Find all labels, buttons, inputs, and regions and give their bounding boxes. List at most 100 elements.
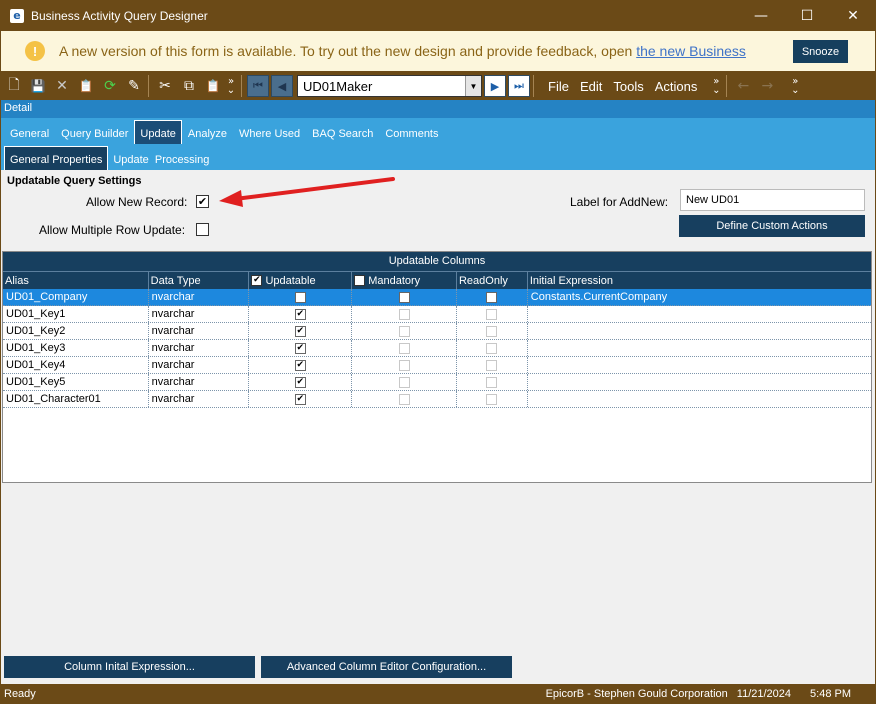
tab-general[interactable]: General [4, 122, 55, 144]
cell-initial-expression[interactable] [528, 374, 871, 390]
label-for-addnew-input[interactable]: New UD01 [680, 189, 865, 211]
attach-icon[interactable]: 📋 [75, 75, 97, 97]
cell-alias[interactable]: UD01_Key3 [3, 340, 149, 356]
cell-updatable[interactable]: ✔ [249, 323, 353, 339]
header-updatable-checkbox[interactable]: ✔ [251, 275, 263, 286]
define-custom-actions-button[interactable]: Define Custom Actions [679, 215, 865, 237]
menu-edit[interactable]: Edit [580, 79, 602, 94]
paste-icon[interactable]: 📋 [202, 75, 224, 97]
next-record-icon[interactable]: ▶ [484, 75, 506, 97]
table-row[interactable]: UD01_Company nvarchar ✔ Constants.CurrentCo… [3, 289, 871, 306]
readonly-checkbox[interactable] [486, 393, 498, 405]
cell-alias[interactable]: UD01_Character01 [3, 391, 149, 407]
cell-updatable[interactable]: ✔ [249, 289, 353, 305]
previous-record-icon[interactable]: ◀ [271, 75, 293, 97]
tab-baq-search[interactable]: BAQ Search [306, 122, 379, 144]
cell-mandatory[interactable] [352, 306, 457, 322]
cell-alias[interactable]: UD01_Key5 [3, 374, 149, 390]
menu-tools[interactable]: Tools [613, 79, 643, 94]
allow-multiple-row-update-checkbox[interactable] [196, 223, 209, 236]
tab-update[interactable]: Update [134, 120, 182, 144]
record-combo[interactable]: UD01Maker ▼ [297, 75, 482, 97]
nav-overflow-icon[interactable]: » ⌄ [788, 77, 802, 96]
updatable-checkbox[interactable]: ✔ [294, 342, 306, 354]
cell-initial-expression[interactable] [528, 323, 871, 339]
cell-alias[interactable]: UD01_Company [3, 289, 149, 305]
cell-mandatory[interactable] [352, 323, 457, 339]
mandatory-checkbox[interactable] [398, 393, 410, 405]
cell-data-type[interactable]: nvarchar [149, 374, 250, 390]
header-updatable[interactable]: ✔ Updatable [249, 272, 353, 289]
tab-analyze[interactable]: Analyze [182, 122, 233, 144]
cell-initial-expression[interactable]: Constants.CurrentCompany [528, 289, 871, 305]
updatable-checkbox[interactable]: ✔ [294, 359, 306, 371]
cell-data-type[interactable]: nvarchar [149, 289, 250, 305]
column-initial-expression-button[interactable]: Column Inital Expression... [4, 656, 255, 678]
header-mandatory[interactable]: Mandatory [352, 272, 457, 289]
back-icon[interactable]: ← [732, 75, 754, 97]
cell-readonly[interactable] [457, 357, 528, 373]
table-row[interactable]: UD01_Key5 nvarchar ✔ [3, 374, 871, 391]
cell-readonly[interactable] [457, 323, 528, 339]
menu-overflow-icon[interactable]: » ⌄ [709, 77, 723, 96]
header-alias[interactable]: Alias [3, 272, 149, 289]
chevron-down-icon[interactable]: ▼ [465, 76, 481, 96]
maximize-button[interactable]: ☐ [784, 0, 830, 31]
mandatory-checkbox[interactable] [398, 308, 410, 320]
cell-alias[interactable]: UD01_Key1 [3, 306, 149, 322]
readonly-checkbox[interactable] [486, 342, 498, 354]
cell-data-type[interactable]: nvarchar [149, 306, 250, 322]
close-button[interactable]: ✕ [830, 0, 876, 31]
updatable-checkbox[interactable]: ✔ [294, 393, 306, 405]
save-icon[interactable]: 💾 [27, 75, 49, 97]
header-data-type[interactable]: Data Type [149, 272, 250, 289]
last-record-icon[interactable]: ⏭ [508, 75, 530, 97]
new-icon[interactable]: 🗋 [3, 75, 25, 97]
updatable-checkbox[interactable]: ✔ [294, 291, 306, 303]
table-row[interactable]: UD01_Key3 nvarchar ✔ [3, 340, 871, 357]
updatable-checkbox[interactable]: ✔ [294, 376, 306, 388]
cell-data-type[interactable]: nvarchar [149, 357, 250, 373]
tab-where-used[interactable]: Where Used [233, 122, 306, 144]
allow-new-record-checkbox[interactable]: ✔ [196, 195, 209, 208]
tab-query-builder[interactable]: Query Builder [55, 122, 134, 144]
mandatory-checkbox[interactable] [398, 359, 410, 371]
cell-updatable[interactable]: ✔ [249, 357, 353, 373]
advanced-column-editor-button[interactable]: Advanced Column Editor Configuration... [261, 656, 512, 678]
updatable-checkbox[interactable]: ✔ [294, 308, 306, 320]
table-row[interactable]: UD01_Key1 nvarchar ✔ [3, 306, 871, 323]
mandatory-checkbox[interactable] [398, 376, 410, 388]
cell-alias[interactable]: UD01_Key4 [3, 357, 149, 373]
mandatory-checkbox[interactable] [398, 325, 410, 337]
cell-mandatory[interactable] [352, 374, 457, 390]
table-row[interactable]: UD01_Key2 nvarchar ✔ [3, 323, 871, 340]
toolbar-overflow-icon[interactable]: » ⌄ [224, 77, 238, 96]
table-row[interactable]: UD01_Key4 nvarchar ✔ [3, 357, 871, 374]
header-mandatory-checkbox[interactable] [354, 275, 366, 286]
delete-icon[interactable]: ✕ [51, 75, 73, 97]
header-initial-expression[interactable]: Initial Expression [528, 272, 871, 289]
mandatory-checkbox[interactable] [398, 342, 410, 354]
mandatory-checkbox[interactable] [398, 291, 410, 303]
header-readonly[interactable]: ReadOnly [457, 272, 528, 289]
cell-mandatory[interactable] [352, 340, 457, 356]
cell-readonly[interactable] [457, 289, 528, 305]
cell-initial-expression[interactable] [528, 357, 871, 373]
new-business-link[interactable]: the new Business [636, 43, 746, 59]
readonly-checkbox[interactable] [486, 291, 498, 303]
cell-initial-expression[interactable] [528, 340, 871, 356]
cell-data-type[interactable]: nvarchar [149, 340, 250, 356]
clear-icon[interactable]: ✎ [123, 75, 145, 97]
subtab-update-processing[interactable]: Update Processing [108, 148, 214, 170]
cell-readonly[interactable] [457, 374, 528, 390]
subtab-general-properties[interactable]: General Properties [4, 146, 109, 170]
readonly-checkbox[interactable] [486, 359, 498, 371]
cell-mandatory[interactable] [352, 357, 457, 373]
minimize-button[interactable]: — [738, 0, 784, 31]
cell-updatable[interactable]: ✔ [249, 306, 353, 322]
tab-comments[interactable]: Comments [379, 122, 444, 144]
readonly-checkbox[interactable] [486, 376, 498, 388]
readonly-checkbox[interactable] [486, 325, 498, 337]
cell-initial-expression[interactable] [528, 306, 871, 322]
cell-mandatory[interactable] [352, 391, 457, 407]
